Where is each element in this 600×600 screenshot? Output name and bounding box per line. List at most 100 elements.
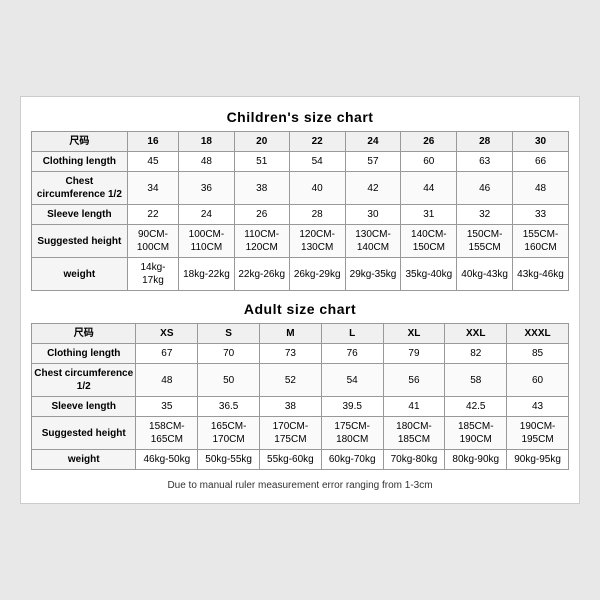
table-cell: 52 — [260, 364, 322, 397]
column-header: 18 — [179, 132, 234, 152]
table-cell: 54 — [289, 152, 345, 172]
column-header: 22 — [289, 132, 345, 152]
table-cell: 42.5 — [445, 397, 507, 417]
table-cell: 60kg-70kg — [321, 450, 383, 470]
table-cell: 50 — [198, 364, 260, 397]
table-cell: 140CM-150CM — [401, 225, 457, 258]
column-header: 尺码 — [32, 132, 128, 152]
table-cell: 79 — [383, 344, 445, 364]
column-header: 26 — [401, 132, 457, 152]
table-cell: 110CM-120CM — [234, 225, 289, 258]
table-cell: 46 — [457, 172, 513, 205]
table-cell: 36 — [179, 172, 234, 205]
table-cell: 43 — [507, 397, 569, 417]
table-cell: 45 — [127, 152, 178, 172]
table-cell: 155CM-160CM — [513, 225, 569, 258]
table-cell: 66 — [513, 152, 569, 172]
table-cell: 48 — [179, 152, 234, 172]
table-cell: 190CM-195CM — [507, 417, 569, 450]
table-cell: 38 — [234, 172, 289, 205]
table-cell: 18kg-22kg — [179, 258, 234, 291]
table-cell: 58 — [445, 364, 507, 397]
table-cell: 80kg-90kg — [445, 450, 507, 470]
column-header: M — [260, 324, 322, 344]
column-header: XS — [136, 324, 198, 344]
column-header: XL — [383, 324, 445, 344]
row-label: Chest circumference 1/2 — [32, 172, 128, 205]
table-cell: 22kg-26kg — [234, 258, 289, 291]
row-label: Sleeve length — [32, 397, 136, 417]
table-cell: 33 — [513, 205, 569, 225]
table-cell: 40 — [289, 172, 345, 205]
children-table: 尺码1618202224262830 Clothing length454851… — [31, 131, 569, 291]
column-header: XXXL — [507, 324, 569, 344]
table-cell: 40kg-43kg — [457, 258, 513, 291]
adult-table: 尺码XSSMLXLXXLXXXL Clothing length67707376… — [31, 323, 569, 470]
table-cell: 24 — [179, 205, 234, 225]
table-cell: 90CM-100CM — [127, 225, 178, 258]
table-cell: 175CM-180CM — [321, 417, 383, 450]
column-header: L — [321, 324, 383, 344]
table-cell: 31 — [401, 205, 457, 225]
table-cell: 82 — [445, 344, 507, 364]
table-cell: 55kg-60kg — [260, 450, 322, 470]
table-cell: 43kg-46kg — [513, 258, 569, 291]
table-cell: 35 — [136, 397, 198, 417]
row-label: Clothing length — [32, 344, 136, 364]
table-cell: 29kg-35kg — [345, 258, 401, 291]
table-cell: 85 — [507, 344, 569, 364]
table-cell: 38 — [260, 397, 322, 417]
table-cell: 60 — [507, 364, 569, 397]
chart-container: Children's size chart 尺码1618202224262830… — [20, 96, 580, 504]
row-label: Sleeve length — [32, 205, 128, 225]
table-cell: 180CM-185CM — [383, 417, 445, 450]
adult-title: Adult size chart — [31, 301, 569, 317]
table-cell: 67 — [136, 344, 198, 364]
table-cell: 48 — [513, 172, 569, 205]
table-cell: 44 — [401, 172, 457, 205]
column-header: 尺码 — [32, 324, 136, 344]
table-cell: 22 — [127, 205, 178, 225]
table-cell: 57 — [345, 152, 401, 172]
table-cell: 39.5 — [321, 397, 383, 417]
column-header: XXL — [445, 324, 507, 344]
row-label: weight — [32, 450, 136, 470]
table-cell: 32 — [457, 205, 513, 225]
row-label: Suggested height — [32, 225, 128, 258]
column-header: 16 — [127, 132, 178, 152]
table-cell: 90kg-95kg — [507, 450, 569, 470]
table-cell: 150CM-155CM — [457, 225, 513, 258]
table-cell: 158CM-165CM — [136, 417, 198, 450]
table-cell: 28 — [289, 205, 345, 225]
column-header: 30 — [513, 132, 569, 152]
table-cell: 73 — [260, 344, 322, 364]
row-label: Chest circumference 1/2 — [32, 364, 136, 397]
table-cell: 46kg-50kg — [136, 450, 198, 470]
column-header: 24 — [345, 132, 401, 152]
column-header: 28 — [457, 132, 513, 152]
table-cell: 63 — [457, 152, 513, 172]
table-cell: 76 — [321, 344, 383, 364]
table-cell: 100CM-110CM — [179, 225, 234, 258]
table-cell: 56 — [383, 364, 445, 397]
table-cell: 26kg-29kg — [289, 258, 345, 291]
table-cell: 34 — [127, 172, 178, 205]
row-label: Clothing length — [32, 152, 128, 172]
table-cell: 70 — [198, 344, 260, 364]
column-header: 20 — [234, 132, 289, 152]
row-label: Suggested height — [32, 417, 136, 450]
table-cell: 50kg-55kg — [198, 450, 260, 470]
children-title: Children's size chart — [31, 109, 569, 125]
table-cell: 14kg-17kg — [127, 258, 178, 291]
footer-note: Due to manual ruler measurement error ra… — [31, 480, 569, 491]
table-cell: 120CM-130CM — [289, 225, 345, 258]
table-cell: 54 — [321, 364, 383, 397]
table-cell: 36.5 — [198, 397, 260, 417]
table-cell: 26 — [234, 205, 289, 225]
table-cell: 48 — [136, 364, 198, 397]
table-cell: 35kg-40kg — [401, 258, 457, 291]
table-cell: 51 — [234, 152, 289, 172]
table-cell: 165CM-170CM — [198, 417, 260, 450]
table-cell: 60 — [401, 152, 457, 172]
table-cell: 185CM-190CM — [445, 417, 507, 450]
